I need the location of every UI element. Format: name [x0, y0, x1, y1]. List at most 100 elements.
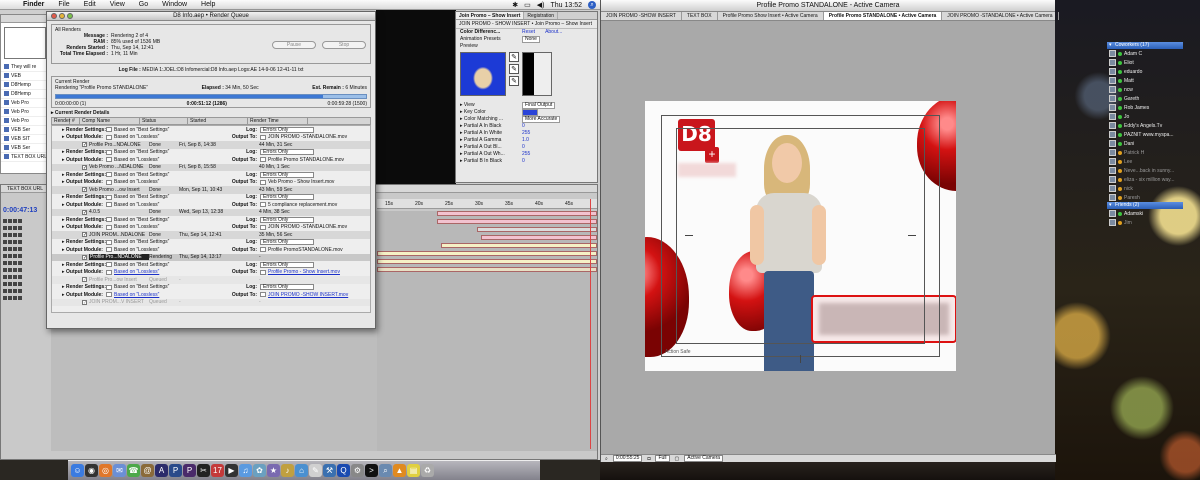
eyedropper-icon[interactable]: ✎	[509, 64, 519, 74]
parameter-value[interactable]: More Accurate	[522, 116, 561, 123]
log-select[interactable]: Errors Only	[260, 216, 314, 223]
popup-icon[interactable]	[106, 292, 112, 298]
layer-switch-icon[interactable]	[8, 288, 12, 293]
finder-row[interactable]: D8Hemp	[1, 81, 49, 90]
render-settings-value[interactable]: Based on “Best Settings”	[114, 172, 226, 178]
ae-icon[interactable]: A	[155, 464, 168, 477]
premiere-icon[interactable]: P	[183, 464, 196, 477]
log-select[interactable]: Errors Only	[260, 171, 314, 178]
render-settings-value[interactable]: Based on “Best Settings”	[114, 284, 226, 290]
composition-viewer[interactable]: D8 + Action Safe	[645, 101, 956, 371]
popup-icon[interactable]	[106, 224, 112, 230]
menu-window[interactable]: Window	[155, 1, 194, 8]
firefox-icon[interactable]: ◎	[99, 464, 112, 477]
finder-row[interactable]: VEB Ser	[1, 144, 49, 153]
layer-switch-icon[interactable]	[8, 225, 12, 230]
render-checkbox[interactable]: ✓	[82, 142, 87, 148]
layer-switch-icon[interactable]	[18, 253, 22, 258]
popup-icon[interactable]	[260, 247, 266, 253]
system-prefs-icon[interactable]: ⚙	[351, 464, 364, 477]
disclosure-icon[interactable]: ▸	[52, 217, 65, 223]
layer-switch-icon[interactable]	[3, 267, 7, 272]
layer-switch-icon[interactable]	[8, 246, 12, 251]
buddy-entry[interactable]: PAZNIT www.myspa...	[1107, 130, 1183, 139]
layer-switch-icon[interactable]	[18, 267, 22, 272]
menu-clock[interactable]: Thu 13:52	[550, 2, 582, 9]
log-select[interactable]: Errors Only	[260, 261, 314, 268]
layer-switch-icon[interactable]	[18, 246, 22, 251]
layer-switch-icon[interactable]	[3, 288, 7, 293]
popup-icon[interactable]	[260, 292, 266, 298]
layer-switch-icon[interactable]	[18, 225, 22, 230]
render-queue-item[interactable]: ✓ Veb Promo ...ow Insert Done Mon, Sep 11, …	[52, 186, 370, 194]
layer-switch-icon[interactable]	[8, 274, 12, 279]
output-module-value[interactable]: Based on “Lossless”	[114, 157, 226, 163]
layer-switch-icon[interactable]	[13, 274, 17, 279]
layer-switch-icon[interactable]	[3, 260, 7, 265]
render-queue-item[interactable]: ✓ JOIN PROM...NDALONE Done Thu, Sep 14, 12:…	[52, 231, 370, 239]
layer-switch-icon[interactable]	[3, 281, 7, 286]
output-file[interactable]: JOIN PROMO -SHOW INSERT.mov	[268, 292, 348, 298]
disclosure-icon[interactable]: ▸	[52, 202, 65, 208]
dashboard-icon[interactable]: ◉	[85, 464, 98, 477]
render-checkbox[interactable]: ✓	[82, 187, 87, 193]
tab-registration[interactable]: Registration	[524, 12, 559, 19]
popup-icon[interactable]	[106, 262, 112, 268]
bluetooth-icon[interactable]: ✱	[512, 1, 518, 9]
disclosure-icon[interactable]: ▸	[52, 149, 65, 155]
disclosure-icon[interactable]: ▸	[52, 269, 65, 275]
disclosure-icon[interactable]: ▸	[52, 157, 65, 163]
effect-parameter-row[interactable]: ▸ View Final Output	[456, 102, 597, 109]
popup-icon[interactable]	[260, 224, 266, 230]
volume-icon[interactable]: ◀)	[537, 1, 545, 9]
popup-icon[interactable]	[106, 179, 112, 185]
render-settings-value[interactable]: Based on “Best Settings”	[114, 217, 226, 223]
output-file[interactable]: Profile Promo - Show Insert.mov	[268, 269, 340, 275]
layer-switch-icon[interactable]	[18, 274, 22, 279]
layer-switch-icon[interactable]	[8, 267, 12, 272]
buddy-entry[interactable]: Paresh	[1107, 193, 1183, 202]
output-module-value[interactable]: Based on “Lossless”	[114, 202, 226, 208]
layer-switch-icon[interactable]	[3, 218, 7, 223]
presets-select[interactable]: None	[522, 36, 540, 43]
render-checkbox[interactable]: ✓	[82, 209, 87, 215]
popup-icon[interactable]	[260, 179, 266, 185]
buddy-entry[interactable]: Patrick H	[1107, 148, 1183, 157]
output-module-value[interactable]: Based on “Lossless”	[114, 269, 226, 275]
composition-tab[interactable]: Profile Promo STANDALONE • Active Camera	[823, 12, 943, 20]
render-queue-item[interactable]: ✓ 4.0.5 Done Wed, Sep 13, 12:38 4 Min, 38 Se…	[52, 208, 370, 216]
finder-row[interactable]: VEB Ser	[1, 126, 49, 135]
render-checkbox[interactable]: ✓	[82, 277, 87, 283]
buddy-entry[interactable]: nick	[1107, 184, 1183, 193]
layer-switch-icon[interactable]	[13, 295, 17, 300]
region-icon[interactable]: ▢	[675, 456, 680, 462]
output-module-value[interactable]: Based on “Lossless”	[114, 134, 226, 140]
layer-switch-icon[interactable]	[18, 288, 22, 293]
finder-row[interactable]: VEB SIT	[1, 135, 49, 144]
col-started[interactable]: Started	[188, 118, 248, 124]
eyedropper-icon[interactable]: ✎	[509, 76, 519, 86]
render-settings-value[interactable]: Based on “Best Settings”	[114, 262, 226, 268]
render-queue-item[interactable]: ✓ Profile Pro...ow Insert Queued - -	[52, 276, 370, 284]
layer-duration-bar[interactable]	[441, 243, 597, 248]
layer-switch-icon[interactable]	[18, 260, 22, 265]
output-file[interactable]: JOIN PROMO -STANDALONE.mov	[268, 224, 347, 230]
effect-reset[interactable]: Reset	[522, 29, 535, 36]
render-settings-value[interactable]: Based on “Best Settings”	[114, 149, 226, 155]
menu-file[interactable]: File	[51, 1, 76, 8]
menu-edit[interactable]: Edit	[77, 1, 103, 8]
col-comp-name[interactable]: Comp Name	[80, 118, 140, 124]
parameter-value[interactable]: 0	[522, 123, 525, 130]
popup-icon[interactable]	[106, 172, 112, 178]
time-ruler[interactable]: 15s 20s 25s 30s 35s 40s 45s	[377, 199, 597, 209]
layer-switch-icon[interactable]	[18, 295, 22, 300]
buddy-entry[interactable]: Dani	[1107, 139, 1183, 148]
layer-switch-icon[interactable]	[8, 295, 12, 300]
eyedropper-icon[interactable]: ✎	[509, 52, 519, 62]
ichat-icon[interactable]: ☎	[127, 464, 140, 477]
layer-duration-bar[interactable]	[437, 211, 597, 216]
buddy-entry[interactable]: Jim	[1107, 218, 1183, 227]
zoom-button[interactable]	[67, 13, 73, 19]
snapshot-icon[interactable]: ◘	[647, 456, 650, 462]
menu-view[interactable]: View	[103, 1, 132, 8]
